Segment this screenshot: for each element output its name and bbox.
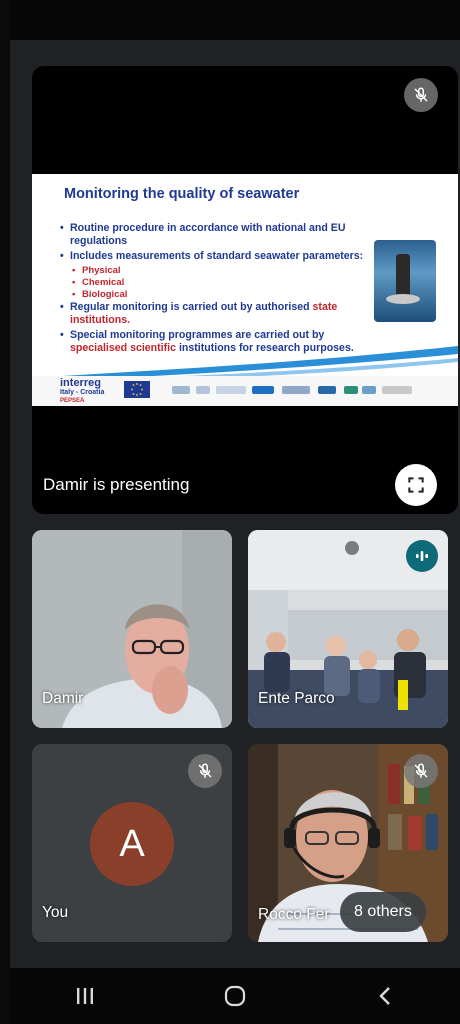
- status-bar: [10, 0, 460, 40]
- presentation-tile[interactable]: Monitoring the quality of seawater Routi…: [32, 66, 458, 514]
- slide-sub-bullet: Chemical: [60, 277, 380, 289]
- mic-off-icon: [404, 754, 438, 788]
- others-chip[interactable]: 8 others: [340, 892, 426, 932]
- slide-sub-bullet: Biological: [60, 289, 380, 301]
- slide-title: Monitoring the quality of seawater: [64, 186, 300, 202]
- recents-button[interactable]: [45, 968, 125, 1024]
- participant-tile-rocco[interactable]: Rocco Fer 8 others: [248, 744, 448, 942]
- buoy-photo: [374, 240, 436, 322]
- avatar: A: [90, 802, 174, 886]
- participant-tile-damir[interactable]: Damir: [32, 530, 232, 728]
- partner-logo: [362, 386, 376, 394]
- participant-name: Rocco Fer: [258, 906, 330, 923]
- fullscreen-button[interactable]: [395, 464, 437, 506]
- slide-bullet: Routine procedure in accordance with nat…: [60, 222, 380, 248]
- mic-off-icon: [404, 78, 438, 112]
- partner-logo: [172, 386, 190, 394]
- meet-screen: Monitoring the quality of seawater Routi…: [10, 0, 460, 1024]
- audio-wave-icon: [406, 540, 438, 572]
- mic-off-icon: [188, 754, 222, 788]
- slide-logo-bar: interreg Italy - Croatia PEPSEA: [32, 376, 458, 406]
- partner-logo: [216, 386, 246, 394]
- participant-name: You: [42, 904, 69, 921]
- partner-logo: [318, 386, 336, 394]
- partner-logo: [282, 386, 310, 394]
- participant-tile-you[interactable]: A You: [32, 744, 232, 942]
- shared-slide: Monitoring the quality of seawater Routi…: [32, 174, 458, 406]
- slide-bullet: Regular monitoring is carried out by aut…: [60, 301, 380, 327]
- partner-logo: [196, 386, 210, 394]
- partner-logo: [382, 386, 412, 394]
- eu-flag-logo: [124, 381, 150, 398]
- system-nav-bar: [10, 968, 460, 1024]
- interreg-logo: interreg Italy - Croatia PEPSEA: [60, 377, 105, 405]
- participant-tile-ente-parco[interactable]: Ente Parco: [248, 530, 448, 728]
- slide-sub-bullet: Physical: [60, 265, 380, 277]
- partner-logo: [252, 386, 274, 394]
- back-button[interactable]: [345, 968, 425, 1024]
- presenting-label: Damir is presenting: [43, 475, 190, 494]
- participant-name: Ente Parco: [258, 690, 335, 707]
- fullscreen-icon: [408, 477, 424, 493]
- participant-name: Damir: [42, 690, 84, 707]
- back-icon: [379, 987, 390, 1005]
- partner-logo: [344, 386, 358, 394]
- slide-bullet: Includes measurements of standard seawat…: [60, 250, 380, 263]
- slide-body: Routine procedure in accordance with nat…: [60, 222, 380, 357]
- home-icon: [224, 985, 246, 1007]
- home-button[interactable]: [195, 968, 275, 1024]
- recents-icon: [77, 988, 93, 1004]
